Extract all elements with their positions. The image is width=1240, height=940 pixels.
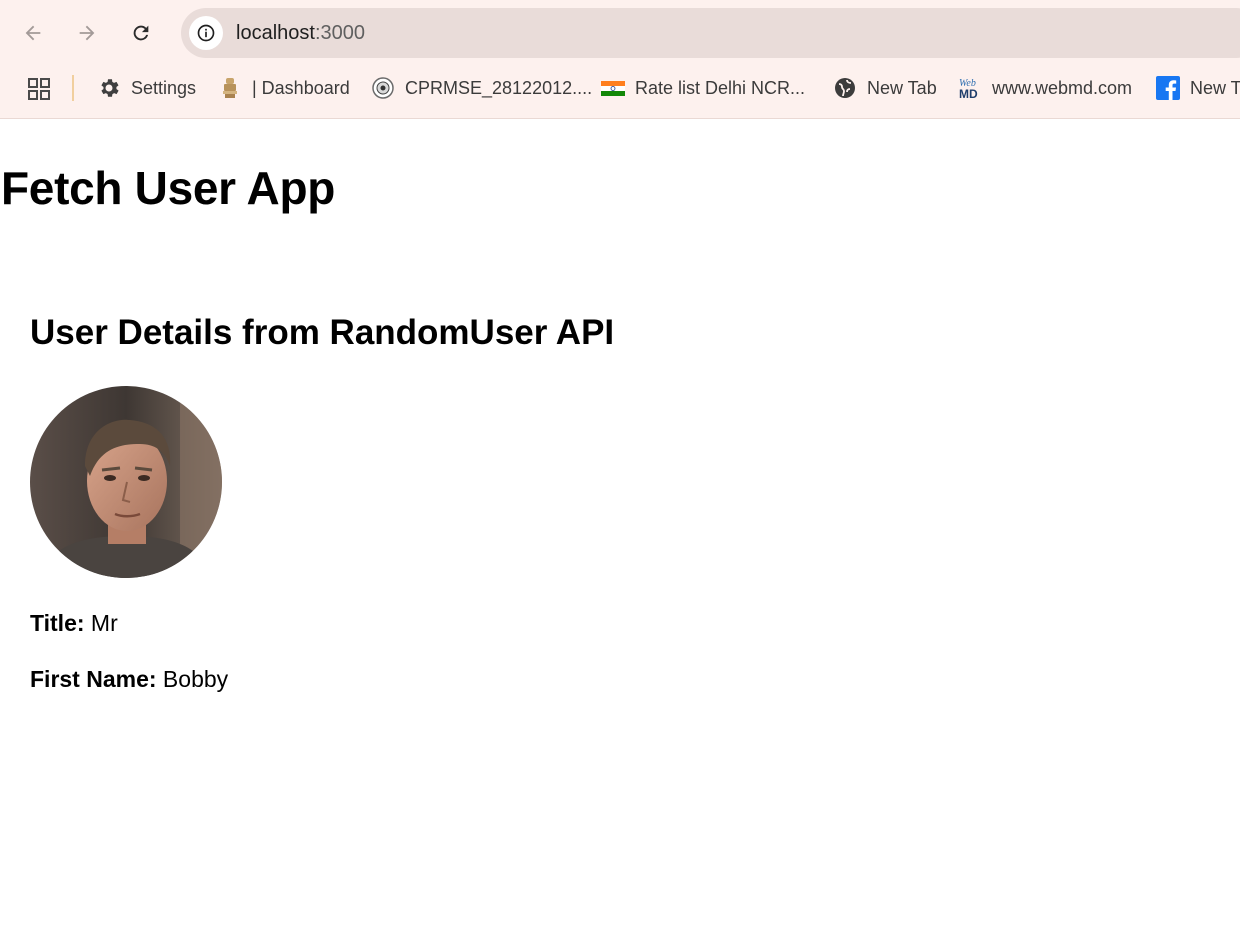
bookmark-label: New Tab [867,77,937,98]
bookmark-settings[interactable]: Settings [97,73,196,103]
bookmark-dashboard[interactable]: | Dashboard [218,73,350,103]
info-icon [197,24,215,42]
arrow-right-icon [79,25,95,41]
bookmark-label: | Dashboard [252,77,350,98]
page-title: Fetch User App [1,162,336,214]
bookmark-webmd[interactable]: Web MD www.webmd.com [958,73,1132,103]
bookmark-label: Settings [131,77,197,98]
browser-chrome: localhost:3000 Settings | Dashboard CPRM… [0,0,1240,119]
emblem-icon [218,76,242,100]
bookmark-new-tab[interactable]: New Tab [833,73,937,103]
field-first-name-value: Bobby [156,666,229,692]
bookmark-rate-list[interactable]: Rate list Delhi NCR... [601,73,805,103]
address-bar[interactable]: localhost:3000 [181,8,1240,58]
avatar [30,386,222,578]
reload-button[interactable] [123,15,159,51]
facebook-icon [1156,76,1180,100]
forward-button[interactable] [69,15,105,51]
bookmarks-separator [72,75,74,101]
bookmark-new-tab-facebook[interactable]: New Tab [1156,73,1240,103]
seal-icon [371,76,395,100]
site-info-button[interactable] [189,16,223,50]
bookmark-label: www.webmd.com [992,77,1133,98]
field-title-label: Title: [30,610,85,636]
bookmark-label: CPRMSE_28122012.... [405,77,593,98]
field-title-value: Mr [84,610,118,636]
bookmark-label: New Tab [1190,77,1240,98]
webmd-icon: Web MD [958,76,982,100]
field-first-name-label: First Name: [30,666,157,692]
url-port: :3000 [314,22,365,44]
globe-icon [833,76,857,100]
card-heading: User Details from RandomUser API [30,313,615,352]
arrow-left-icon [25,25,41,41]
gear-icon [97,76,121,100]
bookmark-cprmse[interactable]: CPRMSE_28122012.... [371,73,592,103]
apps-grid-icon [28,78,50,100]
field-title: Title: Mr [30,608,730,638]
user-card: User Details from RandomUser API Title: … [30,310,730,694]
india-flag-icon [601,76,625,100]
field-first-name: First Name: Bobby [30,664,730,694]
bookmarks-bar: Settings | Dashboard CPRMSE_28122012....… [0,66,1240,110]
url-text[interactable]: localhost:3000 [236,21,365,45]
back-button[interactable] [15,15,51,51]
bookmark-label: Rate list Delhi NCR... [635,77,806,98]
svg-text:MD: MD [959,87,978,100]
url-host: localhost [236,22,315,44]
reload-icon [133,25,149,41]
apps-button[interactable] [25,75,53,103]
page-content: Fetch User App User Details from RandomU… [0,120,1240,940]
